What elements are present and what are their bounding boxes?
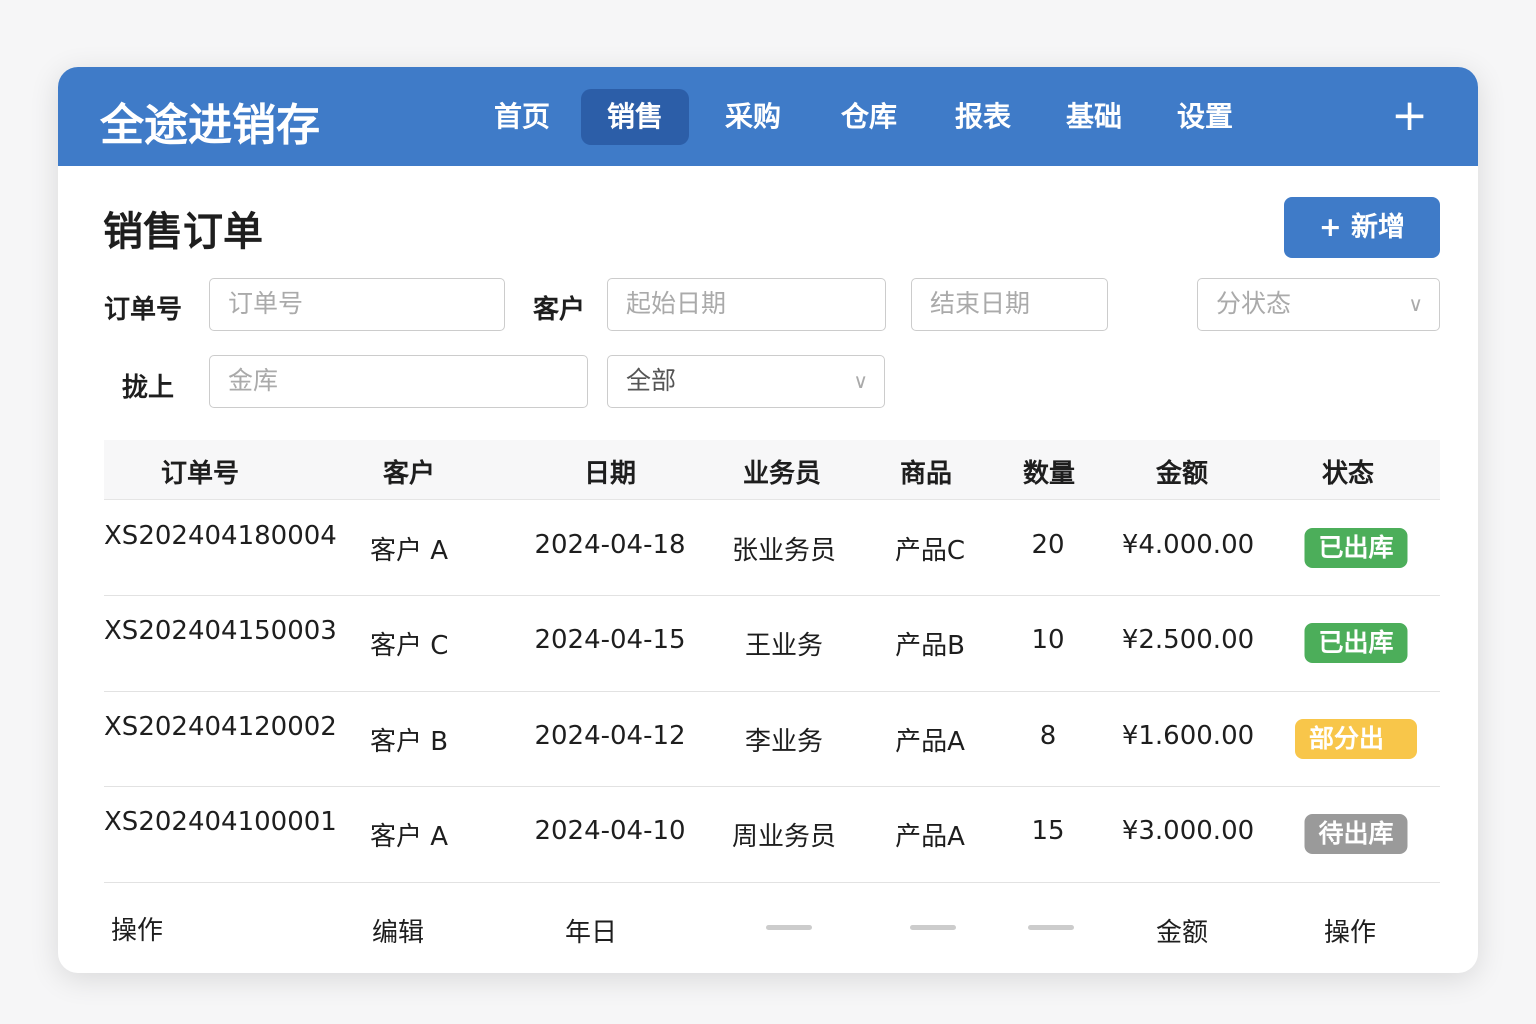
placeholder-dash (910, 925, 956, 930)
order-id[interactable]: XS202404100001 (104, 807, 337, 837)
salesperson: 李业务 (744, 726, 824, 757)
quantity: 15 (1031, 815, 1065, 846)
add-button[interactable]: + 新增 (1284, 197, 1440, 258)
status-badge: 已出库 (1304, 623, 1408, 664)
nav-sales[interactable]: 销售 (581, 89, 690, 145)
status-badge: 待出库 (1304, 813, 1408, 854)
top-nav-bar: 全途进销存 首页 销售 采购 仓库 报表 基础 设置 + (58, 67, 1478, 166)
date: 2024-04-15 (534, 625, 686, 656)
main-card: 全途进销存 首页 销售 采购 仓库 报表 基础 设置 + 销售订单 + 新增 订… (58, 67, 1478, 973)
status-select-value: 分状态 (1216, 289, 1292, 318)
order-id[interactable]: XS202404120002 (104, 712, 337, 742)
col-order: 订单号 (160, 459, 240, 489)
date: 2024-04-10 (534, 815, 686, 846)
col-customer: 客户 (382, 459, 436, 489)
dept-select-value: 全部 (626, 366, 677, 395)
nav-home[interactable]: 首页 (468, 89, 576, 145)
status-badge: 已出库 (1304, 528, 1408, 568)
footer-action[interactable]: 操作 (111, 910, 163, 947)
footer-operate[interactable]: 操作 (1324, 912, 1376, 949)
chevron-down-icon: ∨ (1408, 292, 1423, 316)
product: 产品B (895, 631, 965, 662)
warehouse-label: 拢上 (122, 373, 175, 403)
col-amount: 金额 (1155, 459, 1209, 489)
nav-basic[interactable]: 基础 (1040, 89, 1148, 145)
product: 产品A (895, 821, 965, 852)
plus-icon[interactable]: + (1391, 91, 1428, 141)
placeholder-dash (766, 925, 812, 930)
placeholder-dash (1028, 925, 1074, 930)
end-date-input[interactable]: 结束日期 (911, 278, 1108, 331)
row-divider (104, 595, 1440, 597)
col-product: 商品 (899, 459, 953, 489)
page-title: 销售订单 (103, 209, 263, 255)
nav-reports[interactable]: 报表 (929, 89, 1037, 145)
status-select[interactable]: 分状态 ∨ (1197, 278, 1440, 331)
warehouse-input[interactable]: 金库 (209, 355, 588, 408)
app-title: 全途进销存 (100, 100, 320, 151)
customer: 客户 A (370, 536, 449, 566)
start-date-input[interactable]: 起始日期 (607, 278, 886, 331)
amount: ¥1.600.00 (1121, 720, 1255, 751)
nav-settings[interactable]: 设置 (1151, 89, 1259, 145)
nav-warehouse[interactable]: 仓库 (815, 89, 923, 145)
dept-select[interactable]: 全部 ∨ (607, 355, 885, 408)
product: 产品C (894, 536, 966, 566)
footer-amount: 金额 (1155, 918, 1209, 948)
col-date: 日期 (583, 459, 637, 489)
footer-edit[interactable]: 编辑 (372, 912, 424, 949)
date: 2024-04-18 (534, 530, 686, 560)
order-label: 订单号 (104, 295, 183, 325)
customer-label: 客户 (533, 295, 586, 325)
quantity: 8 (1039, 720, 1057, 751)
product: 产品A (895, 726, 965, 757)
date: 2024-04-12 (534, 720, 686, 751)
row-divider (104, 690, 1440, 692)
salesperson: 王业务 (744, 631, 824, 662)
col-status: 状态 (1321, 459, 1375, 489)
salesperson: 张业务员 (731, 536, 837, 566)
col-sales: 业务员 (742, 459, 822, 489)
quantity: 10 (1031, 625, 1065, 656)
row-divider (104, 785, 1440, 787)
nav-purchase[interactable]: 采购 (699, 89, 807, 145)
divider (104, 882, 1440, 883)
customer: 客户 C (370, 631, 449, 662)
amount: ¥4.000.00 (1121, 530, 1255, 560)
quantity: 20 (1031, 530, 1065, 560)
chevron-down-icon: ∨ (853, 369, 868, 393)
amount: ¥3.000.00 (1121, 815, 1255, 846)
footer-date: 年日 (564, 918, 618, 948)
amount: ¥2.500.00 (1121, 625, 1255, 656)
customer: 客户 B (370, 726, 449, 757)
order-id[interactable]: XS202404180004 (104, 521, 337, 551)
customer: 客户 A (370, 821, 449, 852)
order-input[interactable]: 订单号 (209, 278, 505, 331)
status-badge: 部分出库 (1295, 718, 1417, 793)
salesperson: 周业务员 (731, 821, 837, 852)
order-id[interactable]: XS202404150003 (104, 616, 337, 646)
col-qty: 数量 (1022, 459, 1076, 489)
